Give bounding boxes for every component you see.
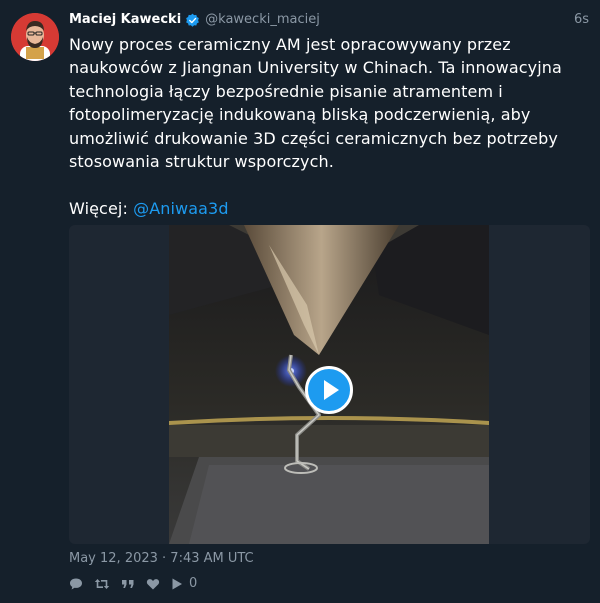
like-icon <box>146 579 160 590</box>
tweet: Maciej Kawecki @kawecki_maciej 6s Nowy p… <box>0 0 600 603</box>
avatar[interactable] <box>11 13 59 61</box>
tweet-timestamp[interactable]: 6s <box>574 11 589 29</box>
author-name[interactable]: Maciej Kawecki <box>69 11 181 29</box>
more-label: Więcej: <box>69 198 128 218</box>
mention-link[interactable]: @Aniwaa3d <box>133 199 228 218</box>
retweet-icon <box>94 579 110 589</box>
tweet-header: Maciej Kawecki @kawecki_maciej <box>69 11 320 29</box>
verified-badge-icon <box>185 13 200 28</box>
author-handle[interactable]: @kawecki_maciej <box>205 11 320 29</box>
video-media[interactable] <box>69 225 590 544</box>
more-line: Więcej: @Aniwaa3d <box>69 197 591 220</box>
quote-button[interactable] <box>121 577 135 591</box>
play-button[interactable] <box>305 366 353 414</box>
reply-icon <box>70 578 82 590</box>
tweet-date[interactable]: May 12, 2023 · 7:43 AM UTC <box>69 550 254 568</box>
quote-icon <box>122 580 134 588</box>
like-button[interactable] <box>146 577 160 591</box>
tweet-body: Nowy proces ceramiczny AM jest opracowyw… <box>69 33 591 220</box>
views-icon <box>172 578 182 590</box>
views-count: 0 <box>189 576 198 591</box>
reply-button[interactable] <box>69 577 83 591</box>
tweet-actions: 0 <box>69 575 208 593</box>
play-icon <box>324 380 339 400</box>
views-button[interactable]: 0 <box>171 575 197 593</box>
retweet-button[interactable] <box>94 577 110 591</box>
tweet-text: Nowy proces ceramiczny AM jest opracowyw… <box>69 35 562 172</box>
